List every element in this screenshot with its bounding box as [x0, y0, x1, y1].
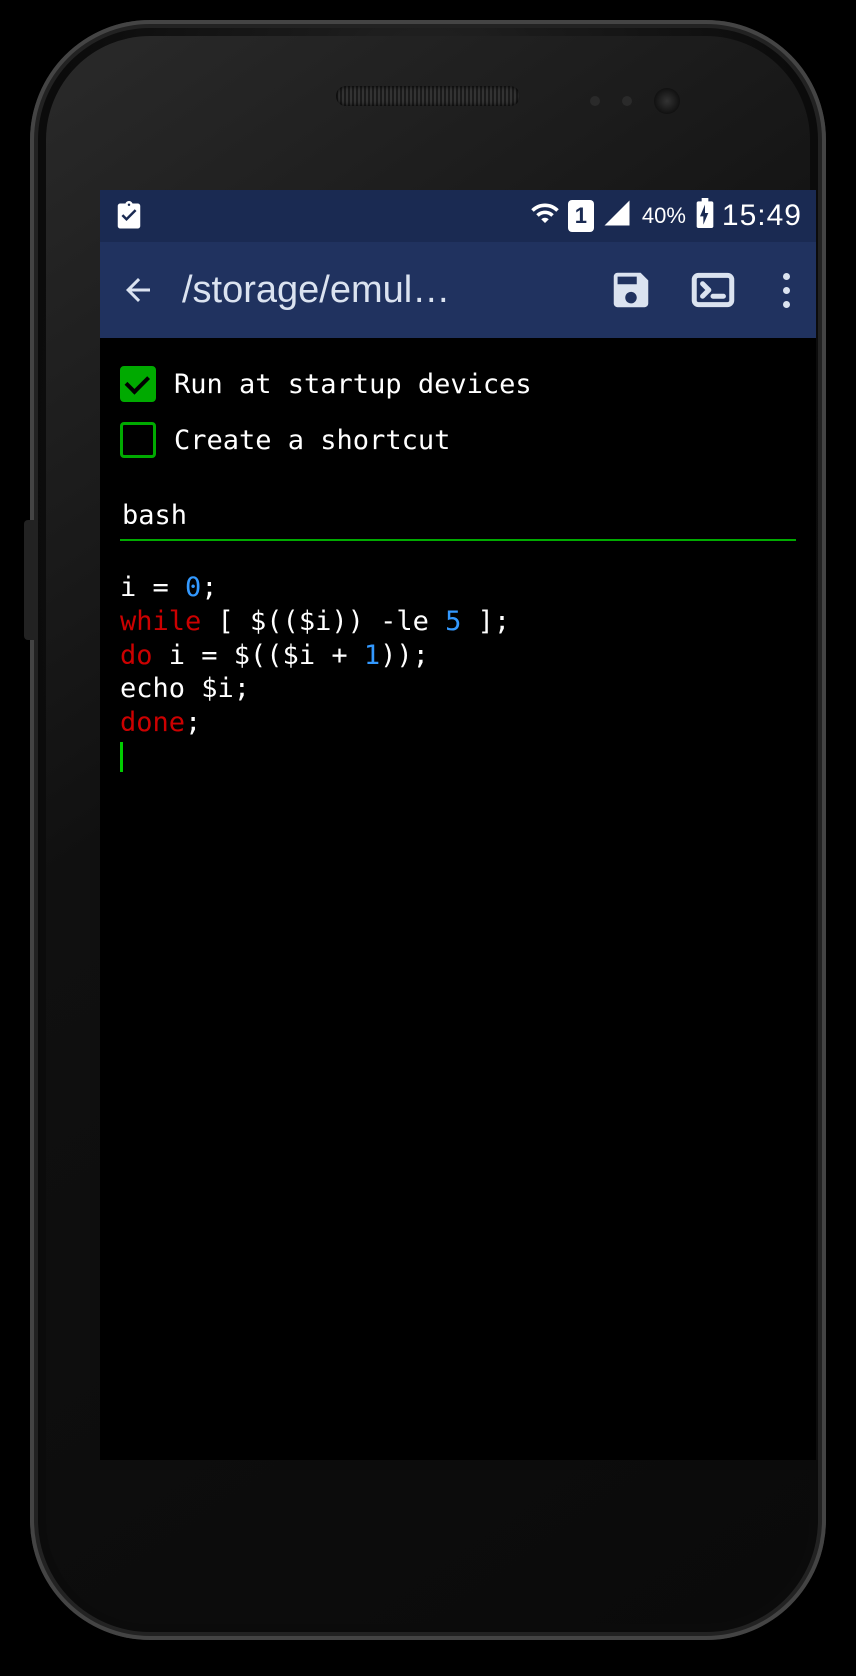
app-bar: /storage/emul…: [100, 242, 816, 338]
clipboard-icon: [114, 201, 144, 231]
battery-percent: 40%: [642, 203, 686, 229]
page-title: /storage/emul…: [182, 269, 578, 312]
signal-icon: [602, 198, 632, 235]
checkbox-unchecked-icon[interactable]: [120, 422, 156, 458]
code-line[interactable]: do i = $(($i + 1));: [120, 639, 796, 673]
wifi-icon: [530, 198, 560, 235]
code-line[interactable]: while [ $(($i)) -le 5 ];: [120, 605, 796, 639]
checkbox-checked-icon[interactable]: [120, 366, 156, 402]
text-cursor: [120, 742, 123, 772]
language-input[interactable]: bash: [120, 494, 796, 541]
speaker-grille: [336, 86, 520, 106]
code-line[interactable]: done;: [120, 706, 796, 740]
back-button[interactable]: [118, 270, 158, 310]
battery-charging-icon: [696, 198, 714, 235]
sim-badge: 1: [568, 200, 594, 232]
run-at-startup-option[interactable]: Run at startup devices: [120, 356, 796, 412]
status-bar: 1 40% 15:49: [100, 190, 816, 242]
run-terminal-button[interactable]: [684, 261, 742, 319]
side-button: [24, 520, 34, 640]
screen: 1 40% 15:49 /storage/emul…: [100, 190, 816, 1460]
sensor-cluster: [590, 88, 680, 114]
create-shortcut-label: Create a shortcut: [174, 425, 450, 456]
content-area: Run at startup devices Create a shortcut…: [100, 338, 816, 1460]
run-at-startup-label: Run at startup devices: [174, 369, 532, 400]
save-button[interactable]: [602, 261, 660, 319]
overflow-menu-button[interactable]: [766, 273, 806, 308]
code-line[interactable]: i = 0;: [120, 571, 796, 605]
phone-frame: 1 40% 15:49 /storage/emul…: [30, 20, 826, 1640]
create-shortcut-option[interactable]: Create a shortcut: [120, 412, 796, 468]
code-line[interactable]: echo $i;: [120, 672, 796, 706]
code-editor[interactable]: i = 0;while [ $(($i)) -le 5 ];do i = $((…: [120, 571, 796, 1460]
status-clock: 15:49: [722, 199, 802, 233]
